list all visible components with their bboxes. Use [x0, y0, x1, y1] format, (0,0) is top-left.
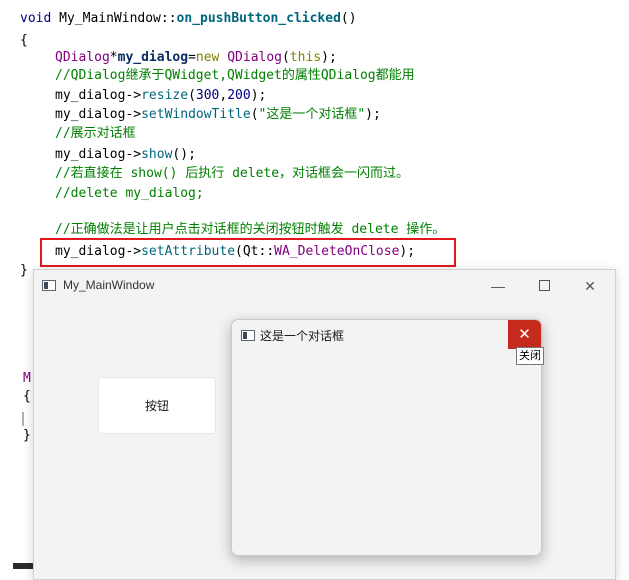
dialog-window-icon — [241, 330, 255, 341]
type-qdialog: QDialog — [55, 50, 110, 65]
code-editor[interactable]: void My_MainWindow::on_pushButton_clicke… — [0, 0, 629, 278]
paren-call: (); — [172, 147, 196, 162]
bg-code-fragment-m: M — [23, 371, 31, 386]
code-line-new-dialog: QDialog*my_dialog=new QDialog(this); — [55, 49, 337, 67]
function-parens: () — [340, 11, 357, 26]
paren-open: ( — [188, 88, 196, 103]
code-line-open-brace: { — [20, 33, 28, 48]
keyword-void: void — [20, 11, 60, 26]
app-window-icon — [42, 280, 56, 291]
bg-code-fragment-open-brace: { — [23, 389, 31, 404]
method-show: show — [141, 147, 173, 162]
code-comment-inheritance: //QDialog继承于QWidget,QWidget的属性QDialog都能用 — [55, 68, 415, 83]
string-literal: "这是一个对话框" — [258, 107, 366, 122]
paren-close: ); — [365, 107, 381, 122]
code-comment-correct-approach: //正确做法是让用户点击对话框的关闭按钮时触发 delete 操作。 — [55, 222, 446, 237]
paren-open: ( — [250, 107, 259, 122]
function-name: on_pushButton_clicked — [176, 11, 341, 26]
scope-operator: :: — [160, 11, 177, 26]
dialog-window[interactable]: 这是一个对话框 ✕ — [231, 319, 542, 556]
object-ref: my_dialog — [55, 107, 126, 122]
paren-close: ); — [321, 50, 337, 65]
method-set-window-title: setWindowTitle — [141, 107, 251, 122]
assign-operator: = — [188, 50, 196, 65]
push-button[interactable]: 按钮 — [98, 377, 216, 434]
arrow-operator: -> — [125, 147, 142, 162]
main-window-title: My_MainWindow — [63, 278, 155, 292]
code-line-set-title: my_dialog->setWindowTitle("这是一个对话框"); — [55, 106, 381, 124]
number-height: 200 — [227, 88, 251, 103]
code-comment-flash: //若直接在 show() 后执行 delete，对话框会一闪而过。 — [55, 166, 410, 181]
paren-open: ( — [282, 50, 290, 65]
close-tooltip: 关闭 — [516, 347, 544, 365]
dialog-close-button[interactable]: ✕ — [508, 320, 541, 349]
object-ref: my_dialog — [55, 88, 126, 103]
dialog-title: 这是一个对话框 — [260, 329, 345, 343]
arrow-operator: -> — [125, 88, 142, 103]
highlight-annotation-box — [40, 238, 456, 267]
editor-gutter-marker — [22, 412, 24, 426]
maximize-icon — [538, 280, 550, 291]
keyword-new: new — [195, 50, 228, 65]
pointer-star: * — [109, 50, 118, 65]
code-comment-delete: //delete my_dialog; — [55, 186, 204, 201]
code-comment-show: //展示对话框 — [55, 126, 136, 141]
paren-close: ); — [250, 88, 267, 103]
number-width: 300 — [195, 88, 220, 103]
keyword-this: this — [289, 50, 322, 65]
class-name: My_MainWindow — [59, 11, 161, 26]
variable-my-dialog: my_dialog — [117, 50, 189, 65]
bg-code-fragment-close-brace: } — [23, 428, 31, 443]
arrow-operator: -> — [125, 107, 142, 122]
taskbar-fragment — [13, 563, 33, 569]
object-ref: my_dialog — [55, 147, 126, 162]
type-qdialog-ctor: QDialog — [227, 50, 283, 65]
code-line-signature: void My_MainWindow::on_pushButton_clicke… — [20, 10, 357, 28]
minimize-button[interactable]: — — [475, 270, 521, 302]
close-button[interactable]: ✕ — [567, 270, 613, 302]
code-line-close-brace: } — [20, 263, 28, 278]
code-line-show: my_dialog->show(); — [55, 146, 196, 164]
maximize-button[interactable] — [521, 270, 567, 302]
code-line-resize: my_dialog->resize(300,200); — [55, 87, 266, 105]
method-resize: resize — [141, 88, 189, 103]
main-window-titlebar[interactable]: My_MainWindow — ✕ — [34, 270, 615, 302]
